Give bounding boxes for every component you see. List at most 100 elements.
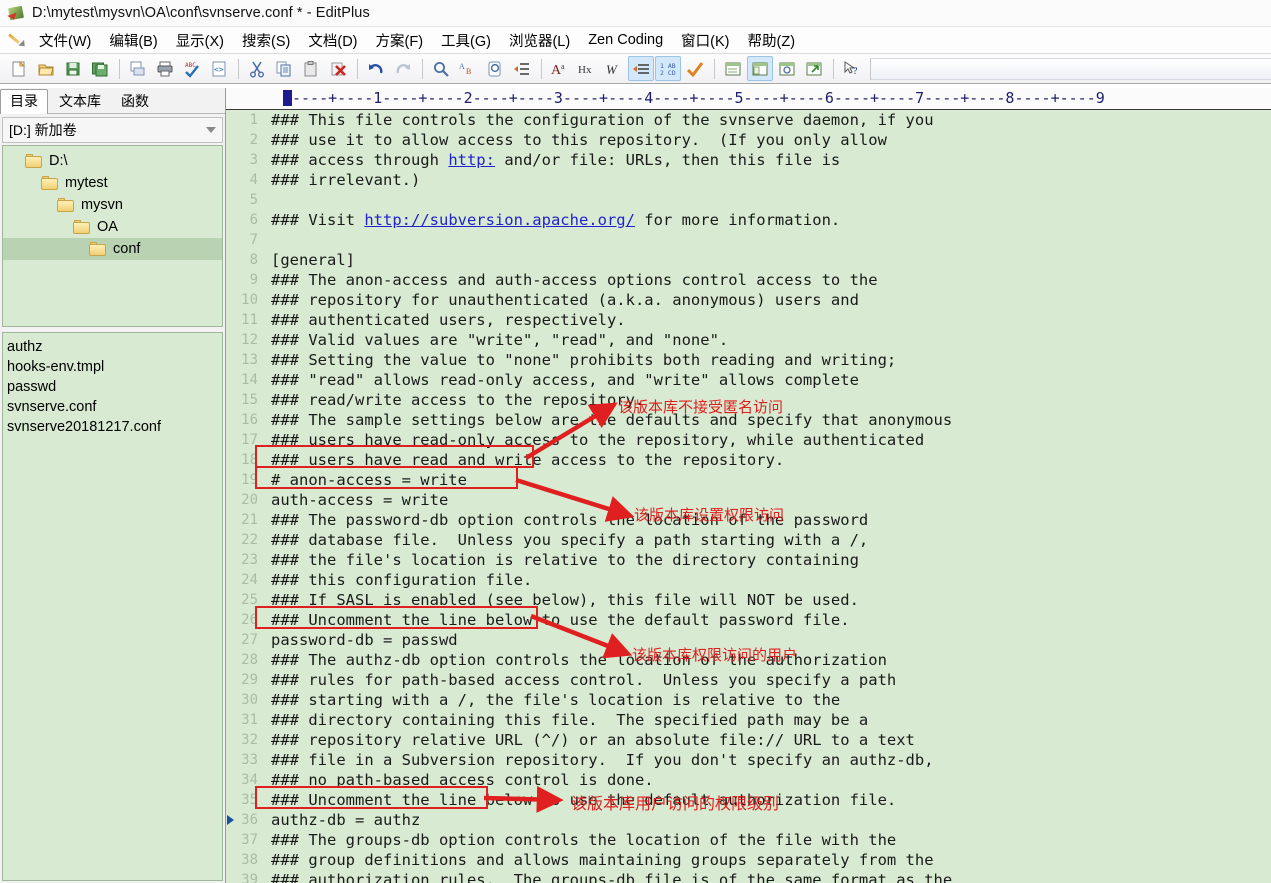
code-line[interactable]: 34 ### no path-based access control is do… [226, 770, 1271, 790]
menu-view[interactable]: 显示(X) [167, 28, 233, 53]
open-file-button[interactable] [33, 56, 59, 81]
menu-tools[interactable]: 工具(G) [432, 28, 500, 53]
copy-button[interactable] [271, 56, 297, 81]
menu-project[interactable]: 方案(F) [367, 28, 433, 53]
tree-item-oa[interactable]: OA [3, 216, 222, 238]
redo-button[interactable] [390, 56, 416, 81]
sort-button[interactable]: 1 AB 2 CD [655, 56, 681, 81]
code-line[interactable]: 23 ### the file's location is relative to… [226, 550, 1271, 570]
word-wrap-button[interactable]: W [601, 56, 627, 81]
code-line[interactable]: 12 ### Valid values are "write", "read", … [226, 330, 1271, 350]
menu-edit[interactable]: 编辑(B) [100, 28, 166, 53]
code-line[interactable]: 13 ### Setting the value to "none" prohib… [226, 350, 1271, 370]
html-toolbar-button[interactable]: <> [206, 56, 232, 81]
line-number: 28 [241, 652, 258, 668]
print-preview-button[interactable] [125, 56, 151, 81]
code-line[interactable]: 3 ### access through http: and/or file: U… [226, 150, 1271, 170]
code-line[interactable]: 2 ### use it to allow access to this repo… [226, 130, 1271, 150]
validate-button[interactable] [682, 56, 708, 81]
code-line[interactable]: 18 ### users have read and write access t… [226, 450, 1271, 470]
code-line[interactable]: 28 ### The authz-db option controls the l… [226, 650, 1271, 670]
menu-help[interactable]: 帮助(Z) [739, 28, 805, 53]
code-line[interactable]: 16 ### The sample settings below are the … [226, 410, 1271, 430]
code-line[interactable]: 8 [general] [226, 250, 1271, 270]
context-help-button[interactable]: ? [839, 56, 865, 81]
find-button[interactable] [428, 56, 454, 81]
menu-zen-coding[interactable]: Zen Coding [579, 30, 672, 50]
directory-panel-button[interactable] [747, 56, 773, 81]
code-line[interactable]: 39 ### authorization rules. The groups-db… [226, 870, 1271, 883]
preview-button[interactable] [774, 56, 800, 81]
menu-search[interactable]: 搜索(S) [233, 28, 299, 53]
code-line[interactable]: 29 ### rules for path-based access contro… [226, 670, 1271, 690]
code-line[interactable]: 25 ### If SASL is enabled (see below), th… [226, 590, 1271, 610]
code-line[interactable]: 5 [226, 190, 1271, 210]
cut-button[interactable] [244, 56, 270, 81]
find-in-files-button[interactable] [482, 56, 508, 81]
list-item[interactable]: hooks-env.tmpl [7, 357, 222, 377]
code-line[interactable]: 35 ### Uncomment the line below to use th… [226, 790, 1271, 810]
text-editor[interactable]: ----+----1----+----2----+----3----+----4… [226, 88, 1271, 883]
save-button[interactable] [60, 56, 86, 81]
font-button[interactable]: Aa [547, 56, 573, 81]
code-line[interactable]: 21 ### The password-db option controls th… [226, 510, 1271, 530]
code-line[interactable]: 32 ### repository relative URL (^/) or an… [226, 730, 1271, 750]
tab-cliptext[interactable]: 文本库 [50, 90, 110, 113]
undo-button[interactable] [363, 56, 389, 81]
code-line[interactable]: 10 ### repository for unauthenticated (a.… [226, 290, 1271, 310]
code-line[interactable]: 17 ### users have read-only access to the… [226, 430, 1271, 450]
code-line[interactable]: 6 ### Visit http://subversion.apache.org/… [226, 210, 1271, 230]
code-area[interactable]: 1 ### This file controls the configuratio… [226, 110, 1271, 883]
code-line[interactable]: 30 ### starting with a /, the file's loca… [226, 690, 1271, 710]
list-item[interactable]: authz [7, 337, 222, 357]
menu-document[interactable]: 文档(D) [299, 28, 366, 53]
new-file-button[interactable] [6, 56, 32, 81]
tree-item-root[interactable]: D:\ [3, 150, 222, 172]
tab-function[interactable]: 函数 [112, 90, 158, 113]
code-line[interactable]: 7 [226, 230, 1271, 250]
code-line[interactable]: 14 ### "read" allows read-only access, an… [226, 370, 1271, 390]
print-button[interactable] [152, 56, 178, 81]
list-item[interactable]: svnserve20181217.conf [7, 417, 222, 437]
replace-button[interactable]: AB [455, 56, 481, 81]
list-item[interactable]: svnserve.conf [7, 397, 222, 417]
tree-item-mytest[interactable]: mytest [3, 172, 222, 194]
code-line[interactable]: 11 ### authenticated users, respectively. [226, 310, 1271, 330]
code-line[interactable]: 38 ### group definitions and allows maint… [226, 850, 1271, 870]
code-line[interactable]: 37 ### The groups-db option controls the … [226, 830, 1271, 850]
code-line[interactable]: 33 ### file in a Subversion repository. I… [226, 750, 1271, 770]
paste-button[interactable] [298, 56, 324, 81]
spell-check-button[interactable]: ABC [179, 56, 205, 81]
list-item[interactable]: passwd [7, 377, 222, 397]
chevron-down-icon[interactable] [206, 127, 216, 133]
window-list-button[interactable] [720, 56, 746, 81]
code-line[interactable]: 31 ### directory containing this file. Th… [226, 710, 1271, 730]
code-line[interactable]: 15 ### read/write access to the repositor… [226, 390, 1271, 410]
menu-window[interactable]: 窗口(K) [672, 28, 738, 53]
code-line[interactable]: 36 authz-db = authz [226, 810, 1271, 830]
menu-file[interactable]: 文件(W) [30, 28, 100, 53]
code-line[interactable]: 4 ### irrelevant.) [226, 170, 1271, 190]
code-line[interactable]: 20 auth-access = write [226, 490, 1271, 510]
tree-item-mysvn[interactable]: mysvn [3, 194, 222, 216]
url-link[interactable]: http://subversion.apache.org/ [364, 211, 635, 229]
tab-directory[interactable]: 目录 [0, 89, 48, 114]
menu-browser[interactable]: 浏览器(L) [500, 28, 579, 53]
url-link[interactable]: http: [448, 151, 495, 169]
code-line[interactable]: 26 ### Uncomment the line below to use th… [226, 610, 1271, 630]
code-line[interactable]: 27 password-db = passwd [226, 630, 1271, 650]
drive-selector[interactable]: [D:] 新加卷 [2, 117, 223, 143]
code-line[interactable]: 9 ### The anon-access and auth-access opt… [226, 270, 1271, 290]
indent-button[interactable] [628, 56, 654, 81]
browser-launch-button[interactable] [801, 56, 827, 81]
code-line[interactable]: 19 # anon-access = write [226, 470, 1271, 490]
code-line[interactable]: 24 ### this configuration file. [226, 570, 1271, 590]
save-all-button[interactable] [87, 56, 113, 81]
code-line[interactable]: 1 ### This file controls the configuratio… [226, 110, 1271, 130]
delete-button[interactable] [325, 56, 351, 81]
code-line[interactable]: 22 ### database file. Unless you specify … [226, 530, 1271, 550]
code-line-text: ### read/write access to the repository. [271, 391, 645, 409]
goto-line-button[interactable] [509, 56, 535, 81]
hex-view-button[interactable]: Hx [574, 56, 600, 81]
tree-item-conf[interactable]: conf [3, 238, 222, 260]
